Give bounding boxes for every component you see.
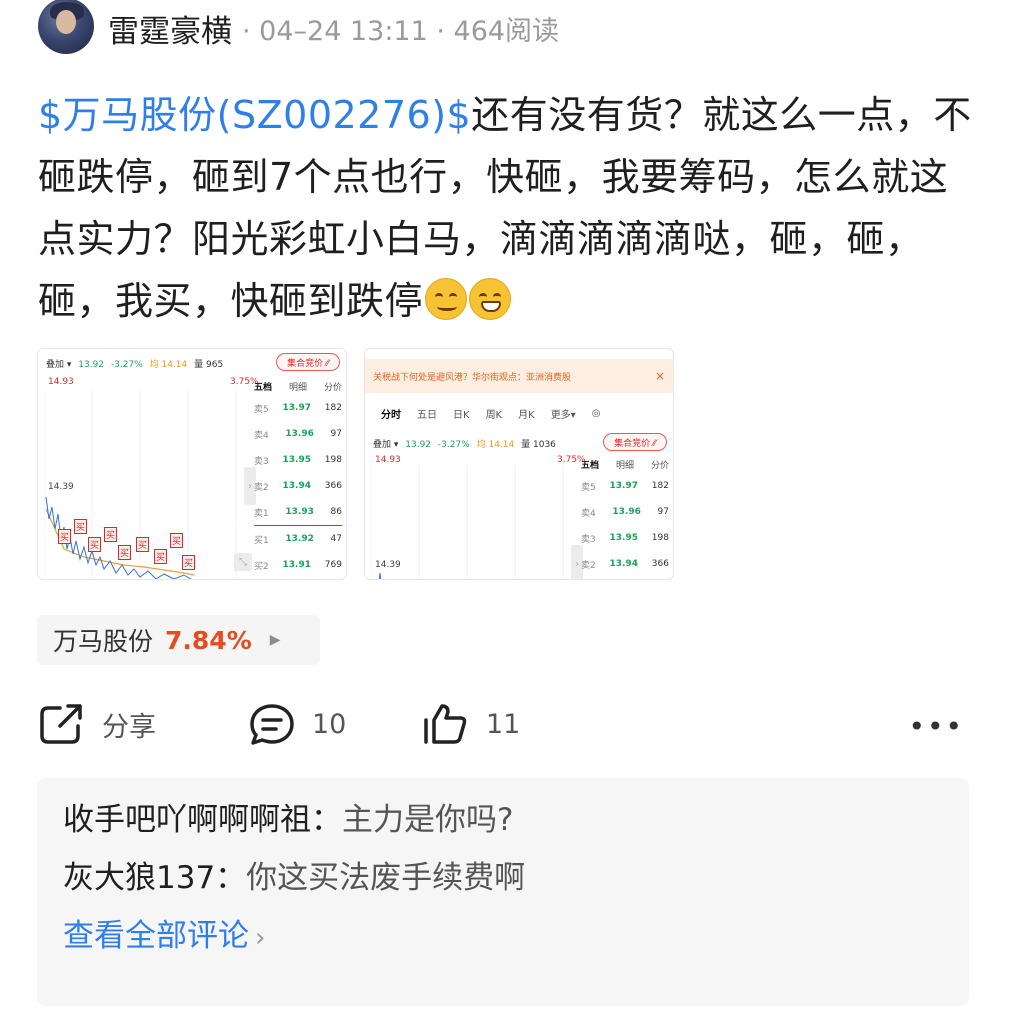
settings-icon[interactable]: ◎ xyxy=(592,408,601,419)
action-bar: 分享 10 11 ••• xyxy=(38,700,968,748)
view-all-comments-link[interactable]: 查看全部评论 › xyxy=(63,916,969,958)
trade-markers: 买 买 买 买 买 买 买 买 买 xyxy=(58,519,198,579)
comment-user[interactable]: 收手吧吖啊啊啊祖 xyxy=(63,802,311,838)
tab-five-levels[interactable]: 五档 xyxy=(254,380,272,393)
play-arrow-icon: ▶ xyxy=(269,632,281,648)
comment-button[interactable]: 10 xyxy=(248,700,346,748)
order-book-row: 卖5 13.97 182 xyxy=(254,403,342,415)
tab-price-split[interactable]: 分价 xyxy=(651,458,669,471)
order-book-tabs: 五档 明细 分价 xyxy=(252,377,344,395)
tab-details[interactable]: 明细 xyxy=(616,458,634,471)
like-count: 11 xyxy=(486,708,521,740)
comment-user[interactable]: 灰大狼137 xyxy=(63,860,215,896)
intraday-chart xyxy=(371,465,564,579)
tab-price-split[interactable]: 分价 xyxy=(324,380,342,393)
y-high-label: 14.93 xyxy=(375,455,401,465)
smirk-emoji-icon xyxy=(425,278,468,320)
comment-count: 10 xyxy=(312,708,347,740)
attached-image-1[interactable]: 叠加 ▾ 13.92 -3.27% 均 14.14 量 965 集合竞价 ⁄⁄ … xyxy=(37,348,347,580)
stock-quote-chip[interactable]: 万马股份 7.84% ▶ xyxy=(37,615,320,665)
post-header: 雷霆豪横 · 04–24 13:11 · 464阅读 xyxy=(38,0,559,56)
comment-text: 你这买法废手续费啊 xyxy=(246,860,526,896)
comment-bubble-icon xyxy=(250,704,294,745)
order-book-row: 卖1 13.93 86 xyxy=(254,507,342,519)
thumbs-up-icon xyxy=(424,704,467,744)
call-auction-button: 集合竞价 ⁄⁄ xyxy=(276,353,340,371)
banner-close-icon[interactable]: × xyxy=(655,369,665,383)
stock-tag-link[interactable]: $万马股份(SZ002276)$ xyxy=(38,93,471,137)
grin-emoji-icon xyxy=(469,278,512,320)
comment-item[interactable]: 收手吧吖啊啊啊祖：主力是你吗? xyxy=(63,800,969,858)
order-book-row: 买2 13.91 769 xyxy=(254,560,342,572)
tab-five-levels[interactable]: 五档 xyxy=(581,458,599,471)
chart-period-tabs: 分时 五日 日K 周K 月K 更多▾ ◎ xyxy=(365,399,673,427)
call-auction-button: 集合竞价 ⁄⁄ xyxy=(603,433,667,451)
y-high-label: 14.93 xyxy=(48,377,74,387)
order-book-row: 卖4 13.96 97 xyxy=(254,429,342,441)
order-book-row: 卖2 13.94 366 xyxy=(581,559,669,571)
tab-daily-k[interactable]: 日K xyxy=(453,406,470,421)
share-label: 分享 xyxy=(102,711,156,743)
like-button[interactable]: 11 xyxy=(422,700,520,748)
expand-icon[interactable]: ⤡ xyxy=(234,553,252,571)
order-book-row: 买1 13.92 47 xyxy=(254,534,342,546)
chart-topbar: 叠加 ▾ 13.92 -3.27% 均 14.14 量 1036 xyxy=(373,440,556,450)
more-options-icon[interactable]: ••• xyxy=(908,710,964,743)
avatar-face xyxy=(56,10,76,34)
order-book: 五档 明细 分价 卖5 13.97 182 卖4 13.96 97 卖3 13.95 198… xyxy=(579,455,671,577)
chart-topbar: 叠加 ▾ 13.92 -3.27% 均 14.14 量 965 xyxy=(46,360,224,370)
post-meta: · 04–24 13:11 · 464阅读 xyxy=(242,15,560,47)
comment-text: 主力是你吗? xyxy=(342,802,514,838)
tab-intraday[interactable]: 分时 xyxy=(381,406,401,421)
order-book: 五档 明细 分价 卖5 13.97 182 卖4 13.96 97 卖3 13.95 198… xyxy=(252,377,344,578)
news-banner-text: 关税战下何处是避风港？华尔街观点：亚洲消费股 xyxy=(373,372,572,383)
news-banner: 关税战下何处是避风港？华尔街观点：亚洲消费股 × xyxy=(365,359,673,393)
order-book-row: 卖3 13.95 198 xyxy=(254,455,342,467)
stock-name: 万马股份 xyxy=(53,627,154,656)
order-book-tabs: 五档 明细 分价 xyxy=(579,455,671,473)
order-book-row: 卖4 13.96 97 xyxy=(581,507,669,519)
share-button[interactable]: 分享 xyxy=(38,700,156,748)
chevron-right-icon: › xyxy=(255,923,266,953)
comment-item[interactable]: 灰大狼137：你这买法废手续费啊 xyxy=(63,858,969,916)
tab-more[interactable]: 更多▾ xyxy=(551,406,576,421)
stock-change-percent: 7.84% xyxy=(165,625,252,655)
share-icon xyxy=(40,704,82,744)
author-name[interactable]: 雷霆豪横 xyxy=(108,6,232,51)
tab-five-day[interactable]: 五日 xyxy=(417,406,437,421)
view-all-label: 查看全部评论 xyxy=(63,918,249,954)
attached-image-2[interactable]: 关税战下何处是避风港？华尔街观点：亚洲消费股 × 分时 五日 日K 周K 月K … xyxy=(364,348,674,580)
post-body: $万马股份(SZ002276)$还有没有货？就这么一点，不砸跌停，砸到7个点也行… xyxy=(38,84,978,332)
order-book-row: 卖2 13.94 366 xyxy=(254,481,342,493)
comment-preview-panel: 收手吧吖啊啊啊祖：主力是你吗? 灰大狼137：你这买法废手续费啊 查看全部评论 › xyxy=(37,778,969,1006)
order-book-row: 卖3 13.95 198 xyxy=(581,533,669,545)
tab-details[interactable]: 明细 xyxy=(289,380,307,393)
tab-monthly-k[interactable]: 月K xyxy=(518,406,535,421)
avatar[interactable] xyxy=(38,0,94,54)
order-book-row: 卖5 13.97 182 xyxy=(581,481,669,493)
tab-weekly-k[interactable]: 周K xyxy=(486,406,503,421)
